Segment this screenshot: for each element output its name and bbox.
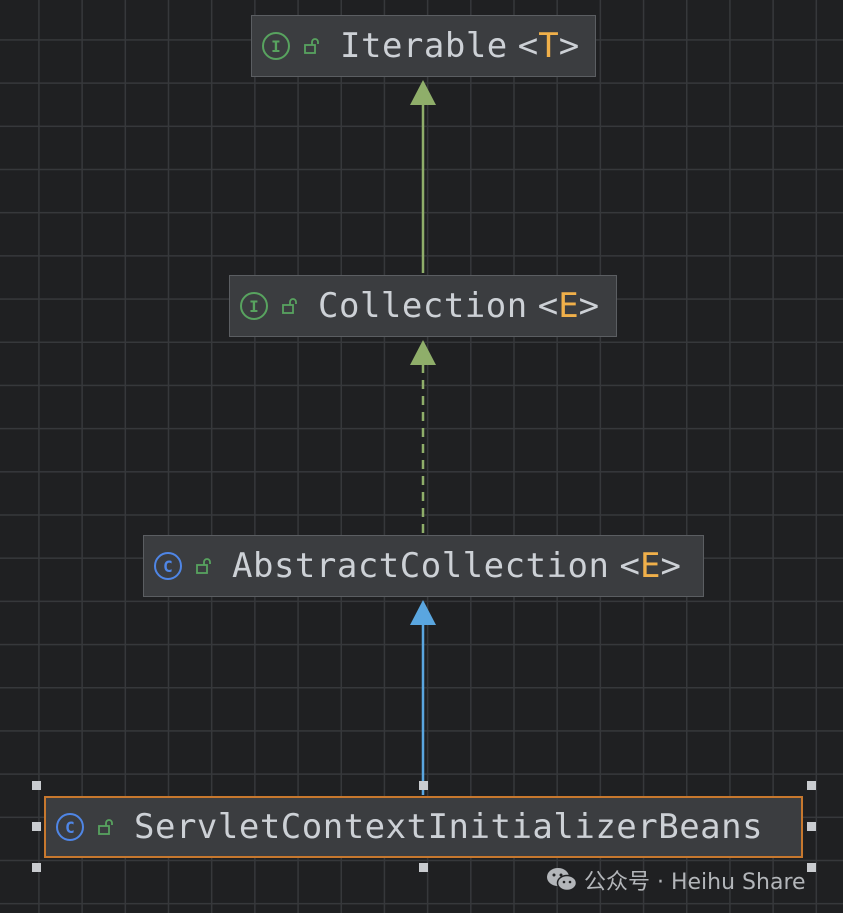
resize-handle-bottom-center[interactable] <box>419 863 428 872</box>
type-parameter: <E> <box>619 546 681 586</box>
arrowhead-abstractcollection <box>410 600 436 625</box>
arrowhead-iterable <box>410 80 436 105</box>
class-name: Iterable <box>340 26 508 66</box>
watermark-text: 公众号 · Heihu Share <box>584 870 806 895</box>
arrowhead-collection <box>410 340 436 365</box>
resize-handle-top-left[interactable] <box>32 781 41 790</box>
class-icon: C <box>56 813 84 841</box>
type-parameter: <E> <box>537 286 600 326</box>
type-parameter: <T> <box>517 26 580 66</box>
public-visibility-icon <box>304 38 319 54</box>
public-visibility-icon <box>196 558 211 574</box>
class-name: ServletContextInitializerBeans <box>134 807 764 847</box>
class-name: AbstractCollection <box>232 546 610 586</box>
public-visibility-icon <box>282 298 297 314</box>
public-visibility-icon <box>98 819 113 835</box>
class-icon: C <box>154 552 182 580</box>
node-iterable[interactable]: I Iterable <T> <box>251 15 596 77</box>
resize-handle-top-center[interactable] <box>419 781 428 790</box>
node-collection[interactable]: I Collection <E> <box>229 275 617 337</box>
resize-handle-middle-right[interactable] <box>807 822 816 831</box>
interface-icon: I <box>240 292 268 320</box>
class-name: Collection <box>318 286 528 326</box>
node-abstractcollection[interactable]: C AbstractCollection <E> <box>143 535 704 597</box>
watermark: 公众号 · Heihu Share <box>546 864 806 896</box>
resize-handle-top-right[interactable] <box>807 781 816 790</box>
resize-handle-middle-left[interactable] <box>32 822 41 831</box>
wechat-icon <box>547 868 578 892</box>
resize-handle-bottom-left[interactable] <box>32 863 41 872</box>
resize-handle-bottom-right[interactable] <box>807 863 816 872</box>
interface-icon: I <box>262 32 290 60</box>
node-servletcontextinitializerbeans[interactable]: C ServletContextInitializerBeans <box>44 796 803 858</box>
connectors <box>410 80 436 795</box>
